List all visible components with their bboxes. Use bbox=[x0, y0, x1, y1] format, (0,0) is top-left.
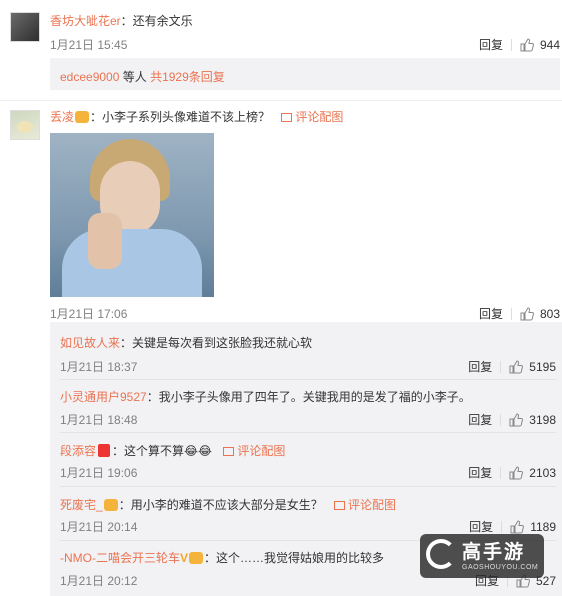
divider bbox=[501, 520, 503, 533]
reply-button[interactable]: 回复 bbox=[479, 305, 503, 322]
reply-divider bbox=[60, 486, 556, 487]
reply-username[interactable]: 如见故人来 bbox=[60, 336, 120, 350]
more-replies-user[interactable]: edcee9000 bbox=[60, 70, 119, 84]
like-count: 2103 bbox=[529, 465, 556, 480]
comment-username[interactable]: 丢凌 bbox=[50, 110, 74, 124]
vip-badge-icon bbox=[189, 552, 204, 564]
more-replies-count[interactable]: 共1929条回复 bbox=[150, 70, 225, 84]
watermark-url: GAOSHOUYOU.COM bbox=[462, 564, 539, 571]
watermark-brand: 高手游 bbox=[462, 542, 526, 563]
watermark-logo: 高手游 GAOSHOUYOU.COM bbox=[420, 534, 544, 578]
reply-divider bbox=[60, 432, 556, 433]
reply-button[interactable]: 回复 bbox=[468, 464, 492, 481]
like-count: 5195 bbox=[529, 359, 556, 374]
reply-button[interactable]: 回复 bbox=[469, 518, 493, 535]
reply-divider bbox=[60, 379, 556, 380]
comment-image[interactable] bbox=[50, 133, 214, 297]
reply-button[interactable]: 回复 bbox=[479, 36, 503, 53]
reply-pic-link[interactable]: 评论配图 bbox=[223, 444, 285, 458]
reply-time: 1月21日 20:14 bbox=[60, 520, 138, 534]
avatar[interactable] bbox=[10, 110, 40, 140]
pic-link-label: 评论配图 bbox=[348, 498, 397, 512]
like-count: 944 bbox=[539, 37, 560, 52]
reply-text: ：这个……我觉得姑娘用的比较多 bbox=[204, 551, 385, 565]
like-count: 803 bbox=[539, 306, 560, 321]
image-icon bbox=[281, 113, 293, 122]
reply-username[interactable]: 小灵通用户9527 bbox=[60, 390, 147, 404]
red-packet-icon bbox=[98, 444, 111, 457]
comment-2: 丢凌 ：小李子系列头像难道不该上榜？ 评论配图 1月21日 17:06 回复 80… bbox=[0, 100, 562, 596]
verified-v-icon: V bbox=[180, 551, 189, 565]
comment-time: 1月21日 17:06 bbox=[50, 307, 128, 321]
reply-time: 1月21日 20:12 bbox=[60, 574, 138, 588]
reply-text: ：我小李子头像用了四年了。关键我用的是发了福的小李子。 bbox=[146, 390, 471, 404]
reply-username[interactable]: -NMO-二喵会开三轮车 bbox=[60, 551, 180, 565]
vip-badge-icon bbox=[103, 499, 118, 511]
comment-text: ：还有余文乐 bbox=[120, 14, 193, 28]
thumbs-up-icon[interactable] bbox=[520, 306, 534, 321]
thumbs-up-icon[interactable] bbox=[509, 465, 524, 480]
image-icon bbox=[223, 447, 235, 456]
divider bbox=[510, 307, 512, 320]
divider bbox=[500, 466, 502, 479]
avatar[interactable] bbox=[10, 12, 40, 42]
laughing-emoji-icon: 😂😂 bbox=[184, 444, 213, 458]
reply-button[interactable]: 回复 bbox=[468, 411, 492, 428]
reply-text: ：用小李的难道不应该大部分是女生？ bbox=[118, 498, 323, 512]
like-count: 1189 bbox=[530, 519, 556, 534]
divider bbox=[510, 38, 512, 51]
more-replies-box[interactable]: edcee9000 等人 共1929条回复 bbox=[50, 58, 560, 90]
like-count: 3198 bbox=[529, 412, 556, 427]
reply-username[interactable]: 段添容 bbox=[60, 444, 96, 458]
reply-username[interactable]: 死废宅_ bbox=[60, 498, 103, 512]
comment-username[interactable]: 香坊大呲花er bbox=[50, 14, 121, 28]
more-replies-text: 等人 bbox=[119, 70, 151, 84]
pic-link-label: 评论配图 bbox=[295, 110, 344, 124]
thumbs-up-icon[interactable] bbox=[510, 519, 525, 534]
divider bbox=[500, 360, 502, 373]
divider bbox=[500, 413, 502, 426]
vip-badge-icon bbox=[75, 111, 90, 123]
brand-g-icon bbox=[426, 539, 456, 569]
reply-time: 1月21日 18:48 bbox=[60, 413, 138, 427]
comment-text: ：小李子系列头像难道不该上榜？ bbox=[90, 110, 271, 124]
reply-text: ：这个算不算 bbox=[112, 444, 185, 458]
comment-1: 香坊大呲花er：还有余文乐 1月21日 15:45 回复 944 edcee90… bbox=[0, 0, 562, 100]
reply-text: ：关键是每次看到这张脸我还就心软 bbox=[120, 336, 313, 350]
thumbs-up-icon[interactable] bbox=[520, 37, 534, 52]
comment-pic-link[interactable]: 评论配图 bbox=[281, 110, 343, 124]
pic-link-label: 评论配图 bbox=[237, 444, 286, 458]
reply-time: 1月21日 18:37 bbox=[60, 360, 138, 374]
thumbs-up-icon[interactable] bbox=[509, 412, 524, 427]
thumbs-up-icon[interactable] bbox=[509, 359, 524, 374]
image-icon bbox=[334, 501, 346, 510]
reply-button[interactable]: 回复 bbox=[468, 358, 492, 375]
comment-time: 1月21日 15:45 bbox=[50, 38, 128, 52]
reply-time: 1月21日 19:06 bbox=[60, 466, 138, 480]
reply-pic-link[interactable]: 评论配图 bbox=[334, 498, 396, 512]
